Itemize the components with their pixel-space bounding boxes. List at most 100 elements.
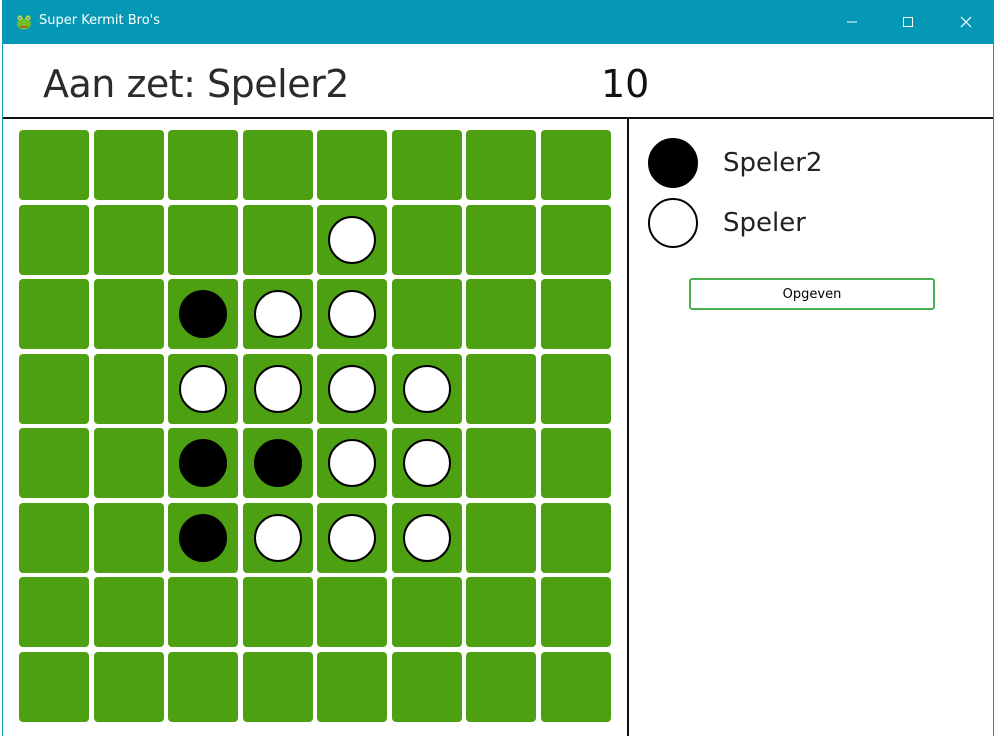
board-cell[interactable] (19, 428, 89, 498)
white-disc (328, 290, 376, 338)
board-cell[interactable] (540, 204, 611, 275)
window-title: Super Kermit Bro's (39, 13, 160, 28)
player-1-name: Speler2 (723, 148, 823, 178)
board-cell[interactable] (317, 577, 387, 647)
white-disc (328, 513, 376, 562)
board-cell[interactable] (466, 502, 536, 573)
close-button[interactable] (943, 0, 989, 44)
frog-icon (15, 13, 33, 31)
white-disc (402, 439, 451, 487)
white-disc (179, 364, 227, 413)
white-disc (402, 364, 451, 413)
board-cell[interactable] (19, 353, 89, 424)
board-cell[interactable] (19, 204, 89, 275)
board-cell[interactable] (93, 353, 164, 424)
board-cell[interactable] (391, 428, 462, 498)
board-cell[interactable] (93, 651, 164, 722)
board-cell[interactable] (466, 353, 536, 424)
player-row-1: Speler2 (648, 137, 822, 189)
white-disc (328, 215, 376, 264)
minimize-icon (846, 13, 858, 32)
board-cell[interactable] (540, 651, 611, 722)
board-cell[interactable] (19, 130, 89, 200)
white-disc (253, 513, 302, 562)
board-cell[interactable] (93, 577, 164, 647)
board-cell[interactable] (93, 130, 164, 200)
player-1-disc (648, 138, 698, 188)
board-cell[interactable] (168, 651, 238, 722)
board-cell[interactable] (391, 204, 462, 275)
board-cell[interactable] (168, 204, 238, 275)
board-cell[interactable] (168, 353, 238, 424)
player-2-disc (648, 198, 698, 248)
board-cell[interactable] (242, 577, 313, 647)
board-cell[interactable] (168, 577, 238, 647)
board-cell[interactable] (317, 502, 387, 573)
board-cell[interactable] (540, 577, 611, 647)
give-up-button[interactable]: Opgeven (689, 278, 935, 310)
board-cell[interactable] (19, 279, 89, 349)
title-bar: Super Kermit Bro's (3, 0, 993, 44)
black-disc (179, 439, 227, 487)
board-cell[interactable] (317, 130, 387, 200)
board-cell[interactable] (242, 279, 313, 349)
player-row-2: Speler (648, 197, 806, 249)
white-disc (328, 439, 376, 487)
board-cell[interactable] (19, 502, 89, 573)
board-cell[interactable] (168, 279, 238, 349)
board-cell[interactable] (19, 651, 89, 722)
board-cell[interactable] (391, 502, 462, 573)
maximize-button[interactable] (885, 0, 931, 44)
black-disc (179, 290, 227, 338)
board-cell[interactable] (466, 130, 536, 200)
board-cell[interactable] (391, 279, 462, 349)
board-cell[interactable] (466, 428, 536, 498)
board-cell[interactable] (466, 651, 536, 722)
header-divider (3, 117, 993, 119)
board-cell[interactable] (317, 353, 387, 424)
board-cell[interactable] (168, 428, 238, 498)
board-cell[interactable] (466, 577, 536, 647)
board-cell[interactable] (466, 204, 536, 275)
game-header: Aan zet: Speler2 10 (3, 44, 993, 118)
minimize-button[interactable] (829, 0, 875, 44)
board-cell[interactable] (540, 353, 611, 424)
score-counter: 10 (601, 62, 650, 106)
maximize-icon (902, 13, 914, 32)
board-cell[interactable] (540, 502, 611, 573)
board-cell[interactable] (93, 502, 164, 573)
app-window: Super Kermit Bro's Aan zet: Speler2 10 S… (2, 0, 994, 736)
white-disc (328, 364, 376, 413)
board-cell[interactable] (391, 651, 462, 722)
board-cell[interactable] (317, 651, 387, 722)
board-cell[interactable] (317, 428, 387, 498)
board-cell[interactable] (93, 428, 164, 498)
board-cell[interactable] (540, 130, 611, 200)
board-cell[interactable] (242, 502, 313, 573)
black-disc (179, 513, 227, 562)
board-cell[interactable] (242, 428, 313, 498)
board-cell[interactable] (540, 279, 611, 349)
board-cell[interactable] (466, 279, 536, 349)
board-cell[interactable] (391, 130, 462, 200)
board-cell[interactable] (19, 577, 89, 647)
white-disc (253, 364, 302, 413)
board-cell[interactable] (391, 577, 462, 647)
close-icon (960, 13, 972, 32)
board-cell[interactable] (242, 353, 313, 424)
board-cell[interactable] (317, 279, 387, 349)
board-cell[interactable] (242, 130, 313, 200)
board-cell[interactable] (317, 204, 387, 275)
board-cell[interactable] (168, 130, 238, 200)
white-disc (253, 290, 302, 338)
board-cell[interactable] (242, 204, 313, 275)
board-cell[interactable] (168, 502, 238, 573)
board-cell[interactable] (242, 651, 313, 722)
player-2-name: Speler (723, 208, 806, 238)
board-cell[interactable] (540, 428, 611, 498)
board-cell[interactable] (93, 279, 164, 349)
board-cell[interactable] (93, 204, 164, 275)
current-turn-label: Aan zet: Speler2 (43, 62, 349, 106)
white-disc (402, 513, 451, 562)
board-cell[interactable] (391, 353, 462, 424)
